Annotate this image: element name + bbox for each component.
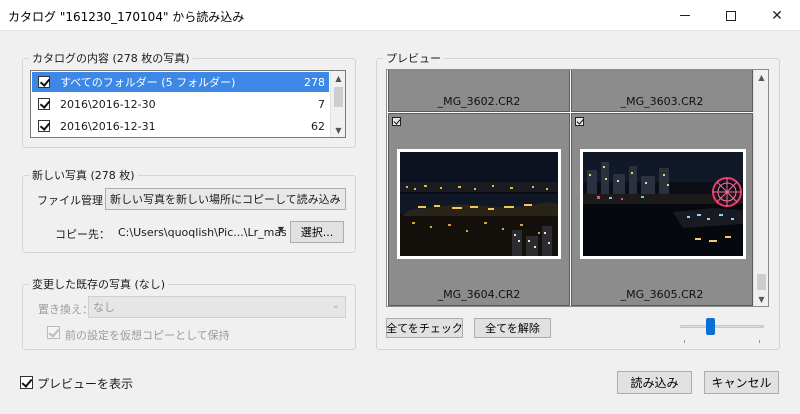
list-item[interactable]: 2016\2016-12-31 62	[32, 116, 329, 136]
preview-scrollbar[interactable]: ▲ ▼	[753, 70, 768, 306]
scrollbar-thumb[interactable]	[757, 274, 766, 290]
night-ferris-wheel-image	[583, 152, 743, 256]
maximize-icon	[726, 10, 736, 21]
copy-to-label: コピー先：	[55, 228, 110, 241]
minimize-button[interactable]	[662, 0, 708, 31]
file-handling-select[interactable]: 新しい写真を新しい場所にコピーして読み込み ⌄	[105, 188, 346, 210]
scroll-up-icon[interactable]: ▲	[754, 70, 768, 84]
photo-cell[interactable]: _MG_3602.CR2	[388, 70, 570, 112]
import-button[interactable]: 読み込み	[617, 371, 692, 394]
close-button[interactable]: ✕	[754, 0, 800, 31]
replace-value: なし	[93, 301, 115, 314]
folder-checkbox[interactable]	[38, 98, 50, 110]
photo-cell[interactable]: _MG_3604.CR2	[388, 113, 570, 306]
folder-count: 7	[318, 97, 325, 111]
folder-list-scrollbar[interactable]: ▲ ▼	[330, 71, 345, 137]
thumbnail-size-slider[interactable]	[680, 318, 764, 344]
show-preview-checkbox[interactable]	[20, 376, 33, 389]
folder-checkbox[interactable]	[38, 76, 50, 88]
preview-legend: プレビュー	[386, 52, 441, 65]
close-icon: ✕	[771, 7, 783, 24]
file-handling-label: ファイル管理：	[37, 194, 114, 207]
list-item[interactable]: 2016\2016-12-30 7	[32, 94, 329, 114]
list-item[interactable]: すべてのフォルダー (5 フォルダー) 278	[32, 72, 329, 92]
window-title: カタログ "161230_170104" から読み込み	[8, 10, 245, 24]
folder-list[interactable]: すべてのフォルダー (5 フォルダー) 278 2016\2016-12-30 …	[30, 70, 346, 138]
photo-filename: _MG_3603.CR2	[620, 95, 704, 108]
chevron-down-icon: ⌄	[331, 300, 340, 311]
folder-label: すべてのフォルダー (5 フォルダー)	[60, 76, 236, 89]
photo-checkbox[interactable]	[575, 117, 584, 126]
folder-count: 62	[311, 119, 325, 133]
photo-cell[interactable]: _MG_3605.CR2	[571, 113, 753, 306]
title-bar: カタログ "161230_170104" から読み込み ✕	[0, 0, 800, 31]
replace-label: 置き換え：	[38, 303, 93, 316]
slider-handle[interactable]	[706, 318, 715, 335]
slider-tick	[759, 340, 760, 343]
photo-checkbox[interactable]	[392, 117, 401, 126]
photo-filename: _MG_3602.CR2	[437, 95, 521, 108]
copy-to-value: C:\Users\quoqlish\Pic...\Lr_master	[118, 225, 286, 239]
uncheck-all-button[interactable]: 全てを解除	[474, 318, 551, 338]
new-photos-legend: 新しい写真 (278 枚)	[32, 169, 135, 182]
scroll-down-icon[interactable]: ▼	[331, 123, 345, 137]
preview-grid[interactable]: _MG_3602.CR2 _MG_3603.CR2 _MG_3604.CR2 _…	[386, 69, 769, 307]
scrollbar-thumb[interactable]	[334, 87, 343, 107]
copy-to-select[interactable]: C:\Users\quoqlish\Pic...\Lr_master ▼	[114, 221, 286, 243]
folder-checkbox[interactable]	[38, 120, 50, 132]
photo-filename: _MG_3605.CR2	[620, 288, 704, 301]
photo-filename: _MG_3604.CR2	[437, 288, 521, 301]
scroll-up-icon[interactable]: ▲	[331, 71, 345, 85]
check-all-button[interactable]: 全てをチェック	[386, 318, 463, 338]
folder-label: 2016\2016-12-31	[60, 119, 156, 133]
cancel-button[interactable]: キャンセル	[704, 371, 779, 394]
preserve-virtual-copy-label: 前の設定を仮想コピーとして保持	[65, 329, 230, 342]
photo-cell[interactable]: _MG_3603.CR2	[571, 70, 753, 112]
replace-select[interactable]: なし ⌄	[88, 296, 346, 318]
folder-count: 278	[304, 75, 325, 89]
chevron-down-icon: ⌄	[331, 192, 340, 203]
catalog-contents-legend: カタログの内容 (278 枚の写真)	[32, 52, 190, 65]
night-harbor-image	[400, 152, 558, 256]
triangle-down-icon: ▼	[277, 225, 284, 234]
folder-label: 2016\2016-12-30	[60, 97, 156, 111]
photo-thumbnail	[580, 149, 746, 259]
file-handling-value: 新しい写真を新しい場所にコピーして読み込み	[110, 193, 341, 206]
maximize-button[interactable]	[708, 0, 754, 31]
choose-folder-button[interactable]: 選択...	[290, 221, 344, 243]
minimize-icon	[680, 15, 690, 16]
slider-track	[680, 325, 764, 328]
show-preview-label: プレビューを表示	[37, 377, 134, 391]
slider-tick	[684, 340, 685, 343]
existing-photos-legend: 変更した既存の写真 (なし)	[32, 278, 166, 291]
preserve-virtual-copy-checkbox[interactable]	[47, 326, 60, 339]
photo-thumbnail	[397, 149, 561, 259]
scroll-down-icon[interactable]: ▼	[754, 292, 768, 306]
